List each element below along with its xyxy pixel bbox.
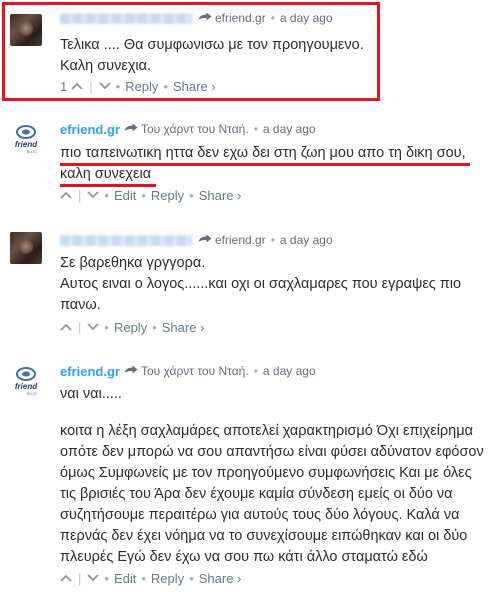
upvote-icon[interactable] bbox=[60, 573, 72, 583]
comment-line: Σε βαρεθηκα γργγορα. bbox=[60, 255, 206, 271]
user-avatar[interactable] bbox=[10, 232, 42, 264]
upvote-icon[interactable] bbox=[60, 190, 72, 200]
comment-actions: | • Edit • Reply • Share › bbox=[60, 570, 241, 586]
efriend-logo-avatar[interactable] bbox=[10, 365, 42, 397]
separator-dot: • bbox=[104, 187, 109, 203]
separator: | bbox=[78, 187, 82, 203]
author-name[interactable]: efriend.gr bbox=[60, 122, 120, 137]
reply-button[interactable]: Reply bbox=[151, 188, 184, 203]
separator-dot: • bbox=[253, 364, 258, 378]
comment-actions: | • Edit • Reply • Share › bbox=[60, 187, 241, 203]
share-button[interactable]: Share › bbox=[199, 188, 242, 203]
downvote-icon[interactable] bbox=[87, 573, 99, 583]
separator-dot: • bbox=[270, 233, 275, 247]
edit-button[interactable]: Edit bbox=[114, 571, 136, 586]
efriend-logo-icon bbox=[10, 123, 42, 155]
separator-dot: • bbox=[141, 187, 146, 203]
separator-dot: • bbox=[189, 570, 194, 586]
separator-dot: • bbox=[189, 187, 194, 203]
comment-text: ναι ναι..... κοιτα η λέξη σαχλαμάρες απο… bbox=[60, 384, 490, 568]
comment-line: πιο ταπεινωτικη ηττα δεν εχω δει στη ζωη… bbox=[60, 145, 466, 161]
red-underline bbox=[60, 163, 470, 166]
comment-line: ναι ναι..... bbox=[60, 386, 122, 402]
separator-dot: • bbox=[253, 122, 258, 136]
efriend-logo-icon bbox=[10, 365, 42, 397]
reply-target-link[interactable]: Του χάρντ του Νταή. bbox=[141, 364, 249, 378]
comment-line bbox=[60, 405, 490, 421]
author-name[interactable]: efriend.gr bbox=[60, 364, 120, 379]
red-highlight-box bbox=[2, 2, 380, 101]
reply-target-link[interactable]: efriend.gr bbox=[215, 233, 266, 247]
reply-button[interactable]: Reply bbox=[151, 571, 184, 586]
comment-text: Σε βαρεθηκα γργγορα. Αυτος ειναι ο λογος… bbox=[60, 253, 461, 316]
blurred-username[interactable] bbox=[60, 234, 192, 246]
downvote-icon[interactable] bbox=[87, 190, 99, 200]
separator-dot: • bbox=[152, 319, 157, 335]
share-button[interactable]: Share › bbox=[162, 320, 205, 335]
reply-arrow-icon bbox=[124, 123, 138, 135]
comment-paragraph: κοιτα η λέξη σαχλαμάρες αποτελεί χαρακτη… bbox=[60, 423, 484, 565]
reply-button[interactable]: Reply bbox=[114, 320, 147, 335]
comment-line: Αυτος ειναι ο λογος......και οχι οι σαχλ… bbox=[60, 276, 462, 292]
separator: | bbox=[78, 319, 82, 335]
share-button[interactable]: Share › bbox=[199, 571, 242, 586]
downvote-icon[interactable] bbox=[87, 322, 99, 332]
edit-button[interactable]: Edit bbox=[114, 188, 136, 203]
separator: | bbox=[78, 570, 82, 586]
separator-dot: • bbox=[104, 570, 109, 586]
comment-line: πανω. bbox=[60, 297, 101, 313]
comment-meta: efriend.gr Του χάρντ του Νταή. • a day a… bbox=[60, 121, 316, 137]
comment-actions: | • Reply • Share › bbox=[60, 319, 204, 335]
upvote-icon[interactable] bbox=[60, 322, 72, 332]
comment-line: καλη συνεχεια bbox=[60, 166, 152, 182]
comment-meta: efriend.gr • a day ago bbox=[60, 232, 333, 248]
timestamp-link[interactable]: a day ago bbox=[280, 233, 333, 247]
efriend-logo-avatar[interactable] bbox=[10, 123, 42, 155]
separator-dot: • bbox=[104, 319, 109, 335]
reply-target-link[interactable]: Του χάρντ του Νταή. bbox=[141, 122, 249, 136]
reply-arrow-icon bbox=[124, 365, 138, 377]
timestamp-link[interactable]: a day ago bbox=[263, 364, 316, 378]
separator-dot: • bbox=[141, 570, 146, 586]
reply-arrow-icon bbox=[198, 234, 212, 246]
comment-meta: efriend.gr Του χάρντ του Νταή. • a day a… bbox=[60, 363, 316, 379]
timestamp-link[interactable]: a day ago bbox=[263, 122, 316, 136]
